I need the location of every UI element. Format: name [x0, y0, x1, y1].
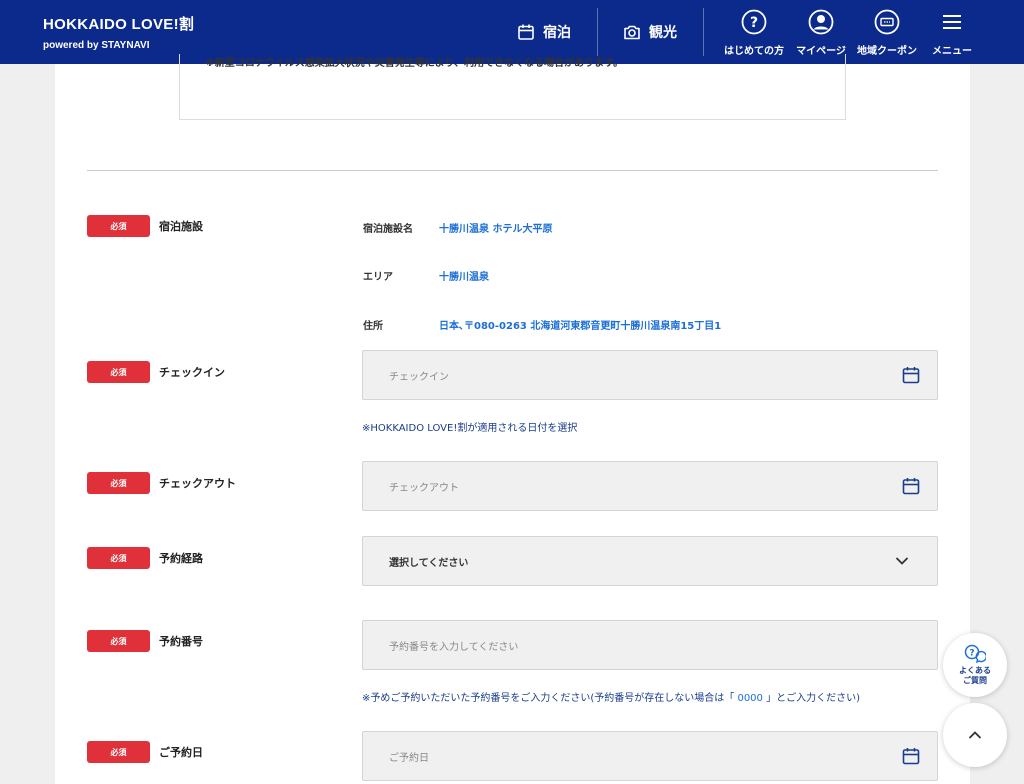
area-value: 十勝川温泉	[439, 272, 489, 283]
section-divider	[87, 170, 938, 171]
faq-button[interactable]: ? よくある ご質問	[943, 633, 1007, 697]
help-circle-icon: ?	[741, 9, 767, 35]
calendar-icon	[518, 24, 534, 40]
chevron-up-icon	[968, 731, 982, 739]
nav-coupon[interactable]: 地域クーポン	[851, 8, 923, 57]
scroll-to-top-button[interactable]	[943, 703, 1007, 767]
nav-sightseeing-label: 観光	[649, 25, 677, 41]
required-badge: 必須	[87, 630, 150, 652]
reservation-date-input[interactable]: ご予約日	[362, 731, 938, 781]
route-label: 予約経路	[159, 552, 203, 565]
required-badge: 必須	[87, 472, 150, 494]
route-select[interactable]: 選択してください	[362, 536, 938, 586]
nav-coupon-label: 地域クーポン	[857, 46, 917, 57]
required-badge: 必須	[87, 547, 150, 569]
checkin-note: ※HOKKAIDO LOVE!割が適用される日付を選択	[362, 423, 578, 434]
checkout-date-input[interactable]: チェックアウト	[362, 461, 938, 511]
notice-text: ※新型コロナウイルス感染拡大状況や災害発生等により、利用できなくなる場合がありま…	[205, 58, 624, 69]
reservation-number-note-suffix: 」とご入力ください)	[766, 693, 860, 704]
nav-divider	[597, 8, 598, 56]
required-badge: 必須	[87, 361, 150, 383]
checkin-date-input[interactable]: チェックイン	[362, 350, 938, 400]
area-key: エリア	[363, 272, 393, 283]
svg-text:?: ?	[969, 648, 974, 658]
calendar-icon[interactable]	[902, 366, 920, 384]
checkout-label: チェックアウト	[159, 477, 236, 490]
form-panel: ※新型コロナウイルス感染拡大状況や災害発生等により、利用できなくなる場合がありま…	[55, 54, 970, 784]
svg-text:?: ?	[750, 15, 758, 31]
calendar-icon[interactable]	[902, 747, 920, 765]
reservation-number-input[interactable]: 予約番号を入力してください	[362, 620, 938, 670]
accommodation-label: 宿泊施設	[159, 220, 203, 233]
reservation-date-label: ご予約日	[159, 746, 203, 759]
faq-label-line1: よくある	[959, 665, 991, 675]
faq-label-line2: ご質問	[963, 676, 987, 685]
route-selected-value: 選択してください	[389, 557, 469, 569]
nav-stay-label: 宿泊	[543, 25, 571, 41]
reservation-number-note-code: 0000	[734, 693, 767, 704]
brand-subtitle: powered by STAYNAVI	[43, 40, 150, 51]
nav-mypage[interactable]: マイページ	[786, 8, 856, 57]
brand-title: HOKKAIDO LOVE!割	[43, 16, 195, 33]
facility-name-value: 十勝川温泉 ホテル大平原	[439, 224, 553, 235]
chat-question-icon: ?	[964, 644, 986, 663]
address-key: 住所	[363, 321, 383, 332]
nav-menu[interactable]: メニュー	[917, 8, 987, 57]
hamburger-menu-icon	[943, 15, 961, 29]
reservation-number-label: 予約番号	[159, 635, 203, 648]
address-value: 日本､〒080-0263 北海道河東郡音更町十勝川温泉南15丁目1	[439, 321, 722, 332]
checkin-placeholder: チェックイン	[389, 371, 449, 383]
notice-box: ※新型コロナウイルス感染拡大状況や災害発生等により、利用できなくなる場合がありま…	[179, 54, 846, 120]
calendar-icon[interactable]	[902, 477, 920, 495]
reservation-number-note-prefix: ※予めご予約いただいた予約番号をご入力ください(予約番号が存在しない場合は「	[362, 693, 735, 704]
nav-menu-label: メニュー	[932, 46, 972, 57]
checkout-placeholder: チェックアウト	[389, 482, 459, 494]
facility-name-key: 宿泊施設名	[363, 224, 413, 235]
required-badge: 必須	[87, 215, 150, 237]
user-icon	[808, 9, 834, 35]
nav-first-time[interactable]: ? はじめての方	[719, 8, 789, 57]
reservation-number-placeholder: 予約番号を入力してください	[389, 641, 519, 653]
chevron-down-icon	[895, 556, 909, 566]
required-badge: 必須	[87, 741, 150, 763]
checkin-label: チェックイン	[159, 366, 225, 379]
coupon-icon	[874, 9, 900, 35]
camera-icon	[624, 25, 640, 40]
brand-logo[interactable]: HOKKAIDO LOVE!割 powered by STAYNAVI	[43, 13, 194, 51]
reservation-number-note: ※予めご予約いただいた予約番号をご入力ください(予約番号が存在しない場合は「 0…	[362, 689, 860, 704]
nav-divider	[703, 8, 704, 56]
reservation-date-placeholder: ご予約日	[389, 752, 429, 764]
